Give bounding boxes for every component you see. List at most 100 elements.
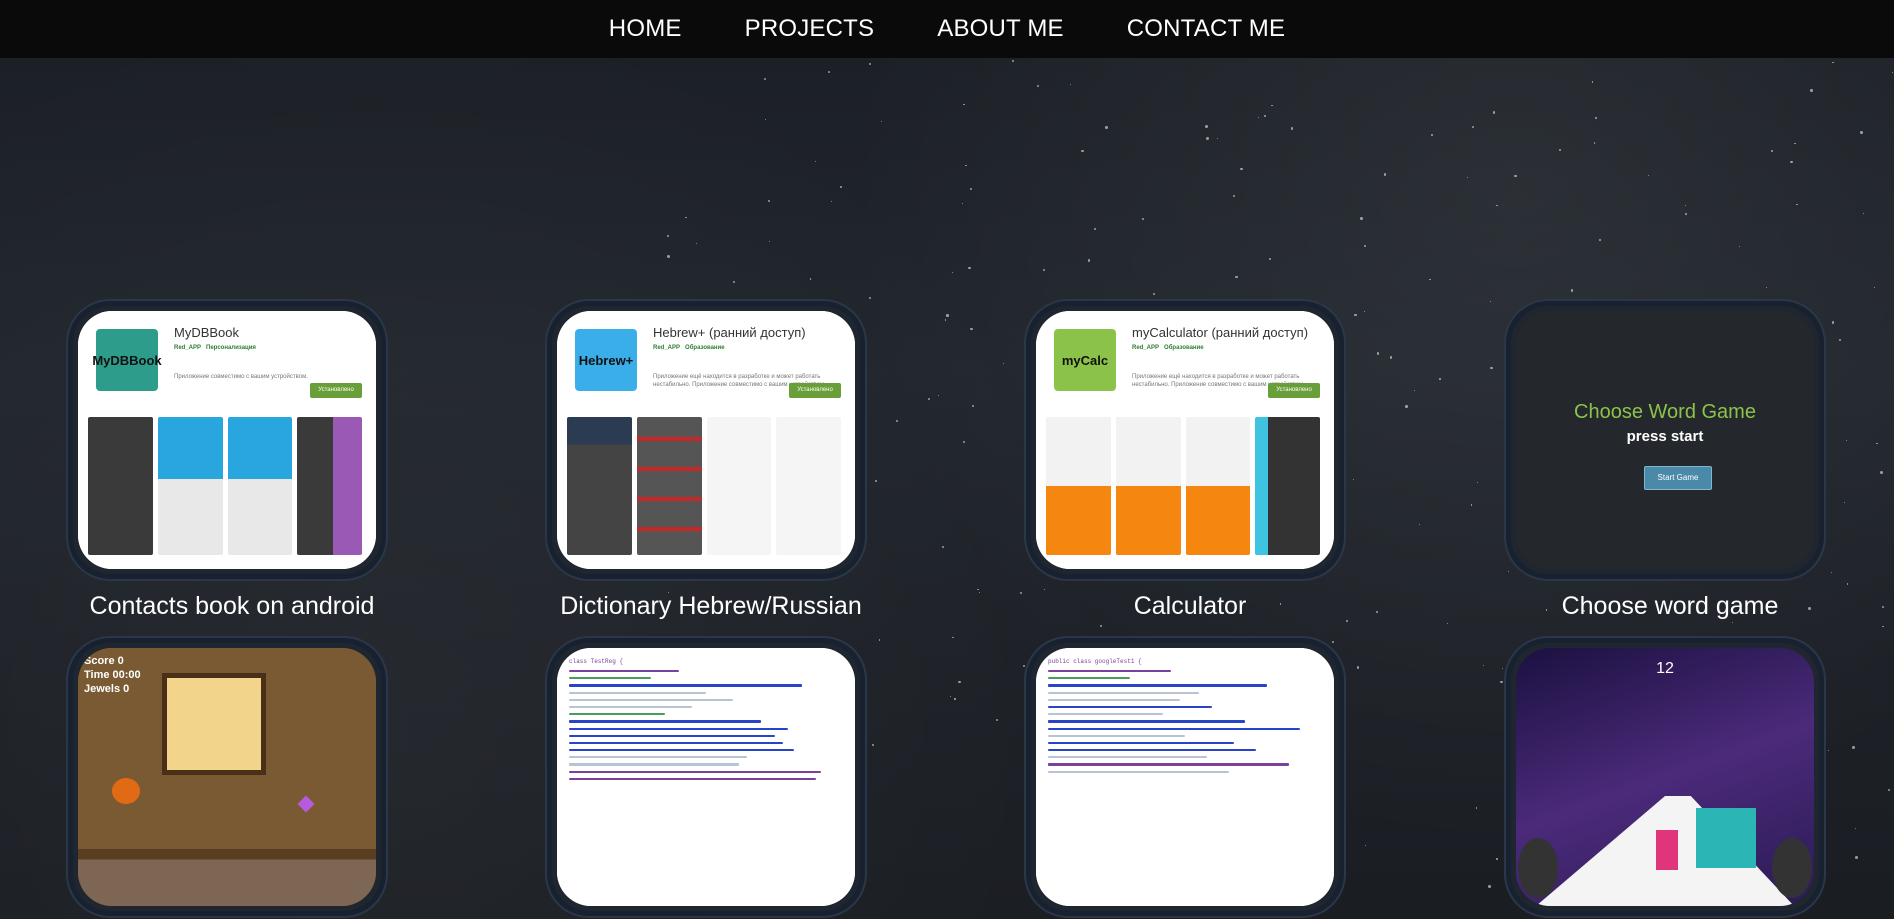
- star-dot: [685, 216, 687, 219]
- star-dot: [666, 235, 669, 238]
- start-game-button: Start Game: [1644, 466, 1712, 490]
- star-dot: [878, 639, 881, 641]
- star-dot: [1873, 287, 1875, 289]
- star-dot: [951, 271, 954, 274]
- star-dot: [1488, 885, 1492, 889]
- star-dot: [1271, 104, 1273, 107]
- star-dot: [1389, 356, 1392, 359]
- star-dot: [1363, 245, 1367, 248]
- project-caption: Dictionary Hebrew/Russian: [560, 592, 862, 620]
- project-screenshot: MyDBBook MyDBBook Red_APP Персонализация…: [78, 311, 376, 569]
- star-dot: [1012, 60, 1015, 62]
- score-counter: 12: [1656, 660, 1674, 677]
- app-name: Hebrew+ (ранний доступ): [653, 325, 806, 340]
- nav-contact-me[interactable]: CONTACT ME: [1127, 15, 1285, 43]
- star-dot: [949, 695, 952, 698]
- star-dot: [1376, 352, 1380, 355]
- star-dot: [1496, 204, 1498, 207]
- star-dot: [1796, 204, 1798, 206]
- star-dot: [1854, 827, 1857, 829]
- star-dot: [1559, 148, 1562, 151]
- project-card-word-game[interactable]: Choose Word Game press start Start Game: [1504, 299, 1826, 581]
- star-dot: [1475, 807, 1478, 809]
- star-dot: [1499, 680, 1503, 684]
- star-dot: [1502, 667, 1503, 669]
- star-dot: [764, 118, 767, 121]
- star-dot: [968, 266, 972, 270]
- project-card-google-test[interactable]: public class googleTest1 {: [1024, 636, 1346, 918]
- star-dot: [880, 120, 882, 122]
- star-dot: [995, 718, 999, 722]
- star-dot: [1141, 218, 1145, 221]
- project-caption: Calculator: [1133, 592, 1247, 620]
- star-dot: [1022, 665, 1025, 668]
- star-dot: [1217, 137, 1219, 139]
- app-name: MyDBBook: [174, 325, 240, 340]
- project-card-selenium-test[interactable]: class TestReg {: [545, 636, 867, 918]
- star-dot: [1855, 856, 1858, 859]
- star-dot: [1470, 504, 1472, 506]
- star-dot: [1352, 478, 1355, 480]
- star-dot: [944, 319, 947, 321]
- star-dot: [961, 202, 963, 205]
- star-dot: [1044, 588, 1046, 590]
- star-dot: [1356, 666, 1360, 669]
- star-dot: [1827, 749, 1830, 752]
- game-subtitle: press start: [1626, 428, 1704, 445]
- star-dot: [1732, 622, 1734, 624]
- project-screenshot: Choose Word Game press start Start Game: [1516, 311, 1814, 569]
- project-card-dictionary[interactable]: Hebrew+ Hebrew+ (ранний доступ) Red_APP …: [545, 299, 867, 581]
- star-dot: [767, 200, 770, 203]
- star-dot: [964, 164, 967, 167]
- star-dot: [1887, 788, 1891, 792]
- app-screens: [567, 417, 841, 555]
- app-screens: [88, 417, 362, 555]
- nav-projects[interactable]: PROJECTS: [745, 15, 875, 43]
- star-dot: [927, 398, 931, 401]
- star-dot: [1291, 127, 1294, 130]
- star-dot: [1892, 72, 1894, 74]
- star-dot: [1099, 625, 1102, 628]
- project-caption: Contacts book on android: [89, 592, 375, 620]
- star-dot: [1794, 143, 1796, 145]
- star-dot: [695, 242, 697, 245]
- star-dot: [840, 186, 842, 189]
- project-card-halloween-game[interactable]: Score 0 Time 00:00 Jewels 0: [66, 636, 388, 918]
- star-dot: [1364, 844, 1366, 846]
- star-dot: [1846, 583, 1849, 585]
- star-dot: [1790, 160, 1793, 164]
- star-dot: [1831, 571, 1833, 573]
- star-dot: [1152, 292, 1156, 295]
- star-dot: [869, 296, 871, 299]
- star-dot: [1482, 665, 1484, 667]
- nav-about-me[interactable]: ABOUT ME: [937, 15, 1064, 43]
- app-name: myCalculator (ранний доступ): [1132, 325, 1309, 340]
- star-dot: [1496, 858, 1498, 860]
- star-dot: [937, 395, 939, 397]
- star-dot: [1862, 212, 1864, 214]
- star-dot: [1852, 746, 1855, 749]
- nav-home[interactable]: HOME: [609, 15, 682, 43]
- project-card-3d-game[interactable]: 12: [1504, 636, 1826, 918]
- project-card-contacts[interactable]: MyDBBook MyDBBook Red_APP Персонализация…: [66, 299, 388, 581]
- star-dot: [1879, 470, 1883, 474]
- install-badge: Установлено: [1268, 383, 1320, 398]
- star-dot: [1685, 204, 1687, 206]
- star-dot: [809, 277, 812, 280]
- app-developer: Red_APP Образование: [1132, 345, 1204, 351]
- app-developer: Red_APP Персонализация: [174, 345, 256, 351]
- star-dot: [875, 479, 877, 482]
- star-dot: [872, 743, 875, 746]
- star-dot: [946, 314, 949, 317]
- star-dot: [942, 545, 945, 548]
- top-navbar: HOME PROJECTS ABOUT ME CONTACT ME: [0, 0, 1894, 58]
- star-dot: [1081, 150, 1084, 153]
- project-screenshot: Hebrew+ Hebrew+ (ранний доступ) Red_APP …: [557, 311, 855, 569]
- star-dot: [1881, 605, 1885, 609]
- star-dot: [827, 70, 830, 74]
- star-dot: [1490, 301, 1492, 303]
- star-dot: [1240, 167, 1243, 171]
- star-dot: [1232, 194, 1235, 197]
- project-card-calculator[interactable]: myCalc myCalculator (ранний доступ) Red_…: [1024, 299, 1346, 581]
- star-dot: [1882, 626, 1884, 628]
